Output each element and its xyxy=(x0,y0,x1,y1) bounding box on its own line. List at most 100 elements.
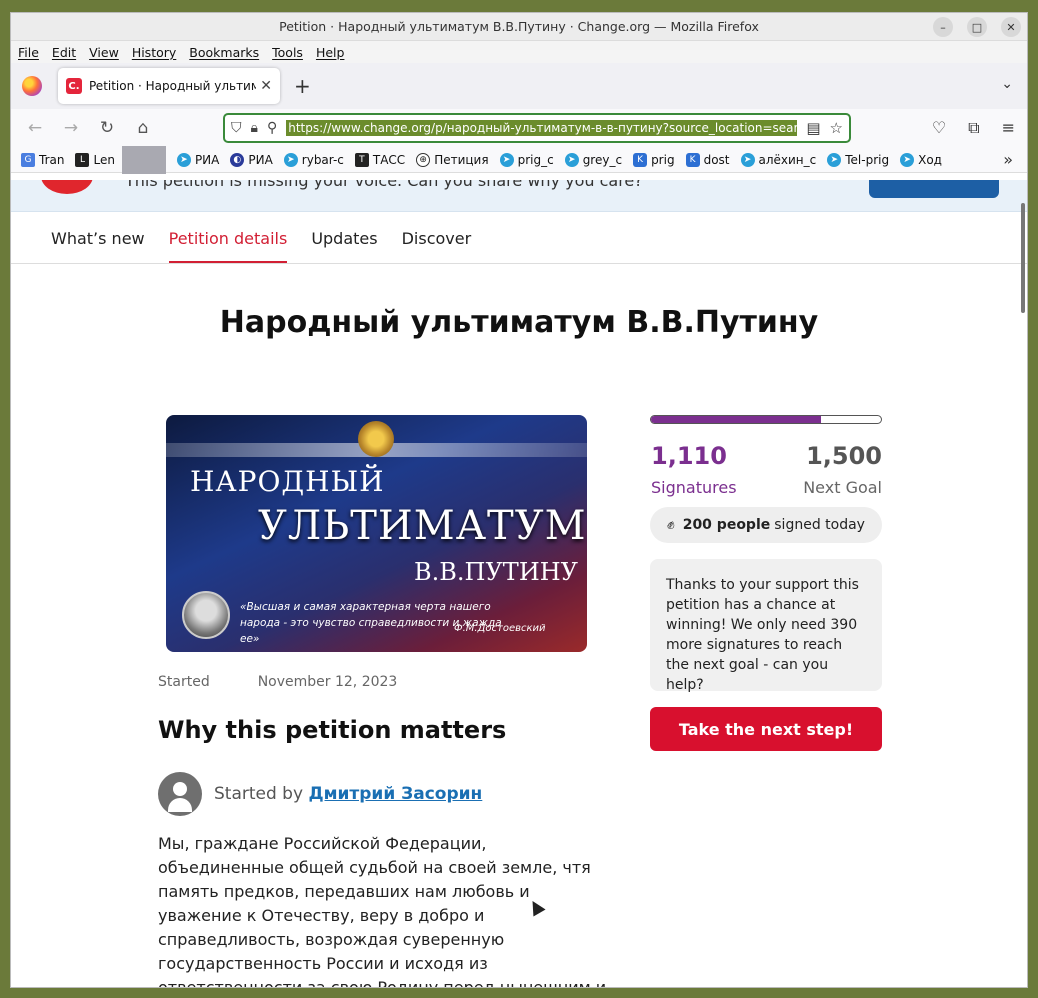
forward-icon[interactable]: → xyxy=(53,118,89,138)
pocket-icon[interactable]: ♡ xyxy=(932,118,946,138)
menu-file[interactable]: File xyxy=(18,45,39,60)
bookmarks-toolbar: G Tran L Len ➤ РИА ◐ РИА ➤ rybar-c T ТАСС ⊕ Пет… xyxy=(11,145,1027,174)
menu-bar: File Edit View History Bookmarks Tools H… xyxy=(11,41,1027,63)
tab-title: Petition · Народный ультимат xyxy=(89,79,257,93)
why-heading: Why this petition matters xyxy=(158,716,507,744)
telegram-icon: ➤ xyxy=(900,152,915,167)
bookmark-star-icon[interactable]: ☆ xyxy=(830,119,843,137)
bookmark-item[interactable]: ➤ алёхин_с xyxy=(740,152,816,167)
bookmark-item-redacted[interactable] xyxy=(121,145,166,174)
progress-fill xyxy=(651,416,822,423)
image-line-2: УЛЬТИМАТУМ xyxy=(258,503,587,549)
tab-petition-details[interactable]: Petition details xyxy=(168,229,288,263)
telegram-icon: ➤ xyxy=(740,152,755,167)
firefox-icon[interactable] xyxy=(22,76,42,96)
list-all-tabs-icon[interactable]: ⌄ xyxy=(1001,76,1013,92)
menu-history[interactable]: History xyxy=(132,45,176,60)
maximize-button[interactable]: □ xyxy=(967,17,987,37)
back-icon[interactable]: ← xyxy=(17,118,53,138)
telegram-icon: ➤ xyxy=(827,152,842,167)
bookmark-item[interactable]: Kdost xyxy=(685,152,730,167)
bookmark-item[interactable]: ⊕ Петиция xyxy=(416,152,489,167)
tab-petition[interactable]: C. Petition · Народный ультимат ✕ xyxy=(58,68,280,104)
bookmark-item[interactable]: ➤ Ход xyxy=(900,152,942,167)
page-scrollbar[interactable] xyxy=(1021,203,1025,313)
change-org-favicon-icon: C. xyxy=(66,78,82,94)
hamburger-menu-icon[interactable]: ≡ xyxy=(1002,118,1015,138)
bookmark-item[interactable]: L Len xyxy=(75,152,115,167)
lock-icon[interactable]: 🔒︎ xyxy=(251,120,258,136)
tab-whats-new[interactable]: What’s new xyxy=(51,229,145,263)
banner-illustration xyxy=(41,180,93,194)
menu-view[interactable]: View xyxy=(89,45,119,60)
goal-count: 1,500 xyxy=(806,442,882,470)
url-text[interactable]: https://www.change.org/p/народный-ультим… xyxy=(286,120,798,136)
banner-button[interactable] xyxy=(869,180,999,198)
reader-view-icon[interactable]: ▤ xyxy=(806,119,820,137)
started-date: November 12, 2023 xyxy=(257,674,398,690)
permissions-icon[interactable]: ⚲ xyxy=(267,120,277,136)
fist-icon: ✊︎ xyxy=(667,517,675,533)
petition-tabs: What’s new Petition details Updates Disc… xyxy=(11,212,1027,264)
image-line-1: НАРОДНЫЙ xyxy=(190,465,385,498)
web-page: This petition is missing your voice. Can… xyxy=(11,180,1027,987)
extensions-icon[interactable]: ⧉ xyxy=(968,118,979,138)
redacted-block xyxy=(121,145,166,174)
bookmark-item[interactable]: T ТАСС xyxy=(354,152,405,167)
minimize-button[interactable]: – xyxy=(933,17,953,37)
today-text: signed today xyxy=(774,517,865,533)
bookmark-item[interactable]: G Tran xyxy=(21,152,64,167)
today-count: 200 people xyxy=(682,517,771,533)
google-translate-icon: G xyxy=(21,152,35,167)
signature-progress-bar xyxy=(650,415,882,424)
goal-label: Next Goal xyxy=(803,478,882,497)
new-tab-icon[interactable]: + xyxy=(294,74,311,98)
menu-tools[interactable]: Tools xyxy=(272,45,303,60)
bookmark-item[interactable]: ➤ rybar-c xyxy=(283,152,344,167)
started-row: Started November 12, 2023 xyxy=(158,674,397,690)
reload-icon[interactable]: ↻ xyxy=(89,118,125,138)
menu-edit[interactable]: Edit xyxy=(52,45,76,60)
browser-window: Petition · Народный ультиматум В.В.Путин… xyxy=(10,12,1028,988)
home-icon[interactable]: ⌂ xyxy=(125,118,161,138)
signatures-label: Signatures xyxy=(651,478,737,497)
window-title: Petition · Народный ультиматум В.В.Путин… xyxy=(279,19,759,34)
close-tab-icon[interactable]: ✕ xyxy=(260,78,272,94)
bookmark-item[interactable]: Kprig xyxy=(633,152,675,167)
l-icon: L xyxy=(75,152,90,167)
more-bookmarks-icon[interactable]: » xyxy=(1003,150,1013,169)
image-line-3: В.В.ПУТИНУ xyxy=(414,558,579,586)
telegram-icon: ➤ xyxy=(564,152,579,167)
share-banner: This petition is missing your voice. Can… xyxy=(11,180,1027,212)
author-link[interactable]: Дмитрий Засорин xyxy=(308,784,482,804)
tab-updates[interactable]: Updates xyxy=(311,229,377,263)
vk-icon: K xyxy=(633,152,648,167)
url-bar[interactable]: ⛉ 🔒︎ ⚲ https://www.change.org/p/народный… xyxy=(223,113,851,143)
bookmark-item[interactable]: ➤ prig_c xyxy=(499,152,554,167)
bookmark-item[interactable]: ➤ Tel-prig xyxy=(827,152,889,167)
vk-icon: K xyxy=(685,152,700,167)
signed-today-pill: ✊︎ 200 people signed today xyxy=(650,507,882,543)
bookmark-item[interactable]: ➤ grey_c xyxy=(564,152,622,167)
close-window-button[interactable]: ✕ xyxy=(1001,17,1021,37)
author-row: Started by Дмитрий Засорин xyxy=(158,772,482,816)
bookmark-item[interactable]: ◐ РИА xyxy=(230,152,273,167)
title-bar: Petition · Народный ультиматум В.В.Путин… xyxy=(11,13,1027,41)
tab-discover[interactable]: Discover xyxy=(402,229,472,263)
telegram-icon: ➤ xyxy=(499,152,514,167)
started-by: Started by Дмитрий Засорин xyxy=(214,784,483,804)
started-label: Started xyxy=(158,674,210,690)
petition-image: НАРОДНЫЙ УЛЬТИМАТУМ В.В.ПУТИНУ «Высшая и… xyxy=(166,415,587,652)
telegram-icon: ➤ xyxy=(176,152,191,167)
menu-bookmarks[interactable]: Bookmarks xyxy=(189,45,259,60)
ria-icon: ◐ xyxy=(230,152,245,167)
bookmark-item[interactable]: ➤ РИА xyxy=(176,152,219,167)
banner-text: This petition is missing your voice. Can… xyxy=(125,180,643,190)
signature-count: 1,110 xyxy=(651,442,727,470)
globe-icon: ⊕ xyxy=(416,152,431,167)
menu-help[interactable]: Help xyxy=(316,45,345,60)
telegram-icon: ➤ xyxy=(283,152,298,167)
tass-icon: T xyxy=(354,152,369,167)
tracking-protection-shield-icon[interactable]: ⛉ xyxy=(231,120,242,136)
take-next-step-button[interactable]: Take the next step! xyxy=(650,707,882,751)
